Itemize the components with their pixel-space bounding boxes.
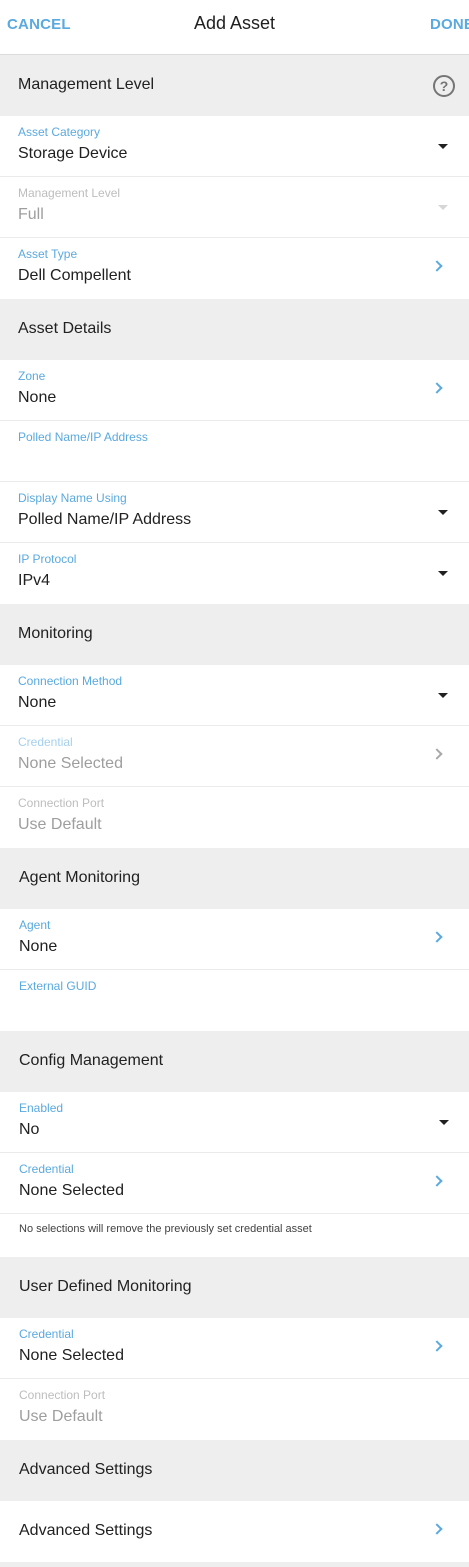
field-label: Agent bbox=[19, 918, 51, 932]
advanced-settings-link[interactable]: Advanced Settings bbox=[0, 1501, 469, 1562]
page-title: Add Asset bbox=[193, 13, 276, 33]
field-label: Credential bbox=[19, 1327, 74, 1341]
field-value: None Selected bbox=[19, 1182, 124, 1199]
chevron-right-icon bbox=[431, 931, 443, 943]
field-label: External GUID bbox=[19, 979, 97, 993]
monitoring-connection-port-input: Connection Port Use Default bbox=[0, 787, 469, 848]
config-credential-link[interactable]: Credential None Selected bbox=[0, 1153, 469, 1214]
field-label: Credential bbox=[18, 735, 73, 749]
asset-type-link[interactable]: Asset Type Dell Compellent bbox=[0, 238, 469, 299]
field-label: Asset Category bbox=[18, 125, 101, 139]
config-credential-note: No selections will remove the previously… bbox=[0, 1214, 469, 1257]
config-enabled-select[interactable]: Enabled No bbox=[0, 1092, 469, 1153]
section-management-level: Management Level ? bbox=[0, 55, 469, 116]
field-label: Connection Port bbox=[19, 1388, 106, 1402]
field-label: Asset Type bbox=[18, 247, 78, 261]
connection-method-select[interactable]: Connection Method None bbox=[0, 665, 469, 726]
field-value: No bbox=[19, 1121, 40, 1138]
caret-down-icon bbox=[438, 205, 448, 210]
field-value: Full bbox=[18, 206, 44, 223]
udm-connection-port-input: Connection Port Use Default bbox=[0, 1379, 469, 1440]
field-value: Use Default bbox=[18, 816, 102, 833]
caret-down-icon bbox=[438, 144, 448, 149]
chevron-right-icon bbox=[431, 1340, 443, 1352]
section-title: Management Level bbox=[18, 76, 155, 93]
field-value: None bbox=[19, 938, 58, 955]
polled-name-input[interactable]: Polled Name/IP Address bbox=[0, 421, 469, 482]
zone-link[interactable]: Zone None bbox=[0, 360, 469, 421]
section-monitoring: Monitoring bbox=[0, 604, 469, 665]
section-title: Asset Details bbox=[18, 320, 112, 337]
help-icon[interactable]: ? bbox=[433, 75, 455, 97]
field-value: None bbox=[18, 694, 57, 711]
section-config-management: Config Management bbox=[0, 1031, 469, 1092]
advanced-settings-label: Advanced Settings bbox=[19, 1522, 153, 1539]
field-label: IP Protocol bbox=[18, 552, 77, 566]
display-name-using-select[interactable]: Display Name Using Polled Name/IP Addres… bbox=[0, 482, 469, 543]
field-label: Zone bbox=[18, 369, 46, 383]
external-guid-input[interactable]: External GUID bbox=[0, 970, 469, 1031]
field-label: Connection Port bbox=[18, 796, 105, 810]
field-label: Display Name Using bbox=[18, 491, 127, 505]
chevron-right-icon bbox=[431, 1523, 443, 1535]
app-header: CANCEL Add Asset DONE bbox=[0, 0, 469, 55]
field-value: IPv4 bbox=[18, 572, 51, 589]
field-label: Connection Method bbox=[18, 674, 123, 688]
section-title: Agent Monitoring bbox=[19, 869, 140, 886]
field-label: Management Level bbox=[18, 186, 121, 200]
section-title: Monitoring bbox=[18, 625, 93, 642]
caret-down-icon bbox=[438, 693, 448, 698]
chevron-right-icon bbox=[431, 1175, 443, 1187]
section-advanced-settings: Advanced Settings bbox=[0, 1440, 469, 1501]
field-value: Use Default bbox=[19, 1408, 103, 1425]
asset-category-select[interactable]: Asset Category Storage Device bbox=[0, 116, 469, 177]
management-level-select: Management Level Full bbox=[0, 177, 469, 238]
section-user-defined-monitoring: User Defined Monitoring bbox=[0, 1257, 469, 1318]
monitoring-credential-link: Credential None Selected bbox=[0, 726, 469, 787]
field-value: None Selected bbox=[19, 1347, 124, 1364]
field-value: None bbox=[18, 389, 57, 406]
agent-link[interactable]: Agent None bbox=[0, 909, 469, 970]
section-title: User Defined Monitoring bbox=[19, 1278, 192, 1295]
field-label: Credential bbox=[19, 1162, 74, 1176]
caret-down-icon bbox=[438, 510, 448, 515]
field-label: Enabled bbox=[19, 1101, 64, 1115]
section-title: Config Management bbox=[19, 1052, 164, 1069]
field-value: Polled Name/IP Address bbox=[18, 511, 192, 528]
bottom-spacer bbox=[0, 1562, 469, 1567]
caret-down-icon bbox=[438, 571, 448, 576]
field-label: Polled Name/IP Address bbox=[18, 430, 148, 444]
field-value: Dell Compellent bbox=[18, 267, 131, 284]
done-button[interactable]: DONE bbox=[430, 16, 469, 33]
chevron-right-icon bbox=[431, 260, 443, 272]
udm-credential-link[interactable]: Credential None Selected bbox=[0, 1318, 469, 1379]
caret-down-icon bbox=[439, 1120, 449, 1125]
section-asset-details: Asset Details bbox=[0, 299, 469, 360]
section-agent-monitoring: Agent Monitoring bbox=[0, 848, 469, 909]
field-value: Storage Device bbox=[18, 145, 128, 162]
chevron-right-icon bbox=[431, 382, 443, 394]
section-title: Advanced Settings bbox=[19, 1461, 153, 1478]
field-value: None Selected bbox=[18, 755, 123, 772]
ip-protocol-select[interactable]: IP Protocol IPv4 bbox=[0, 543, 469, 604]
chevron-right-icon bbox=[431, 748, 443, 760]
helper-text: No selections will remove the previously… bbox=[19, 1223, 312, 1235]
